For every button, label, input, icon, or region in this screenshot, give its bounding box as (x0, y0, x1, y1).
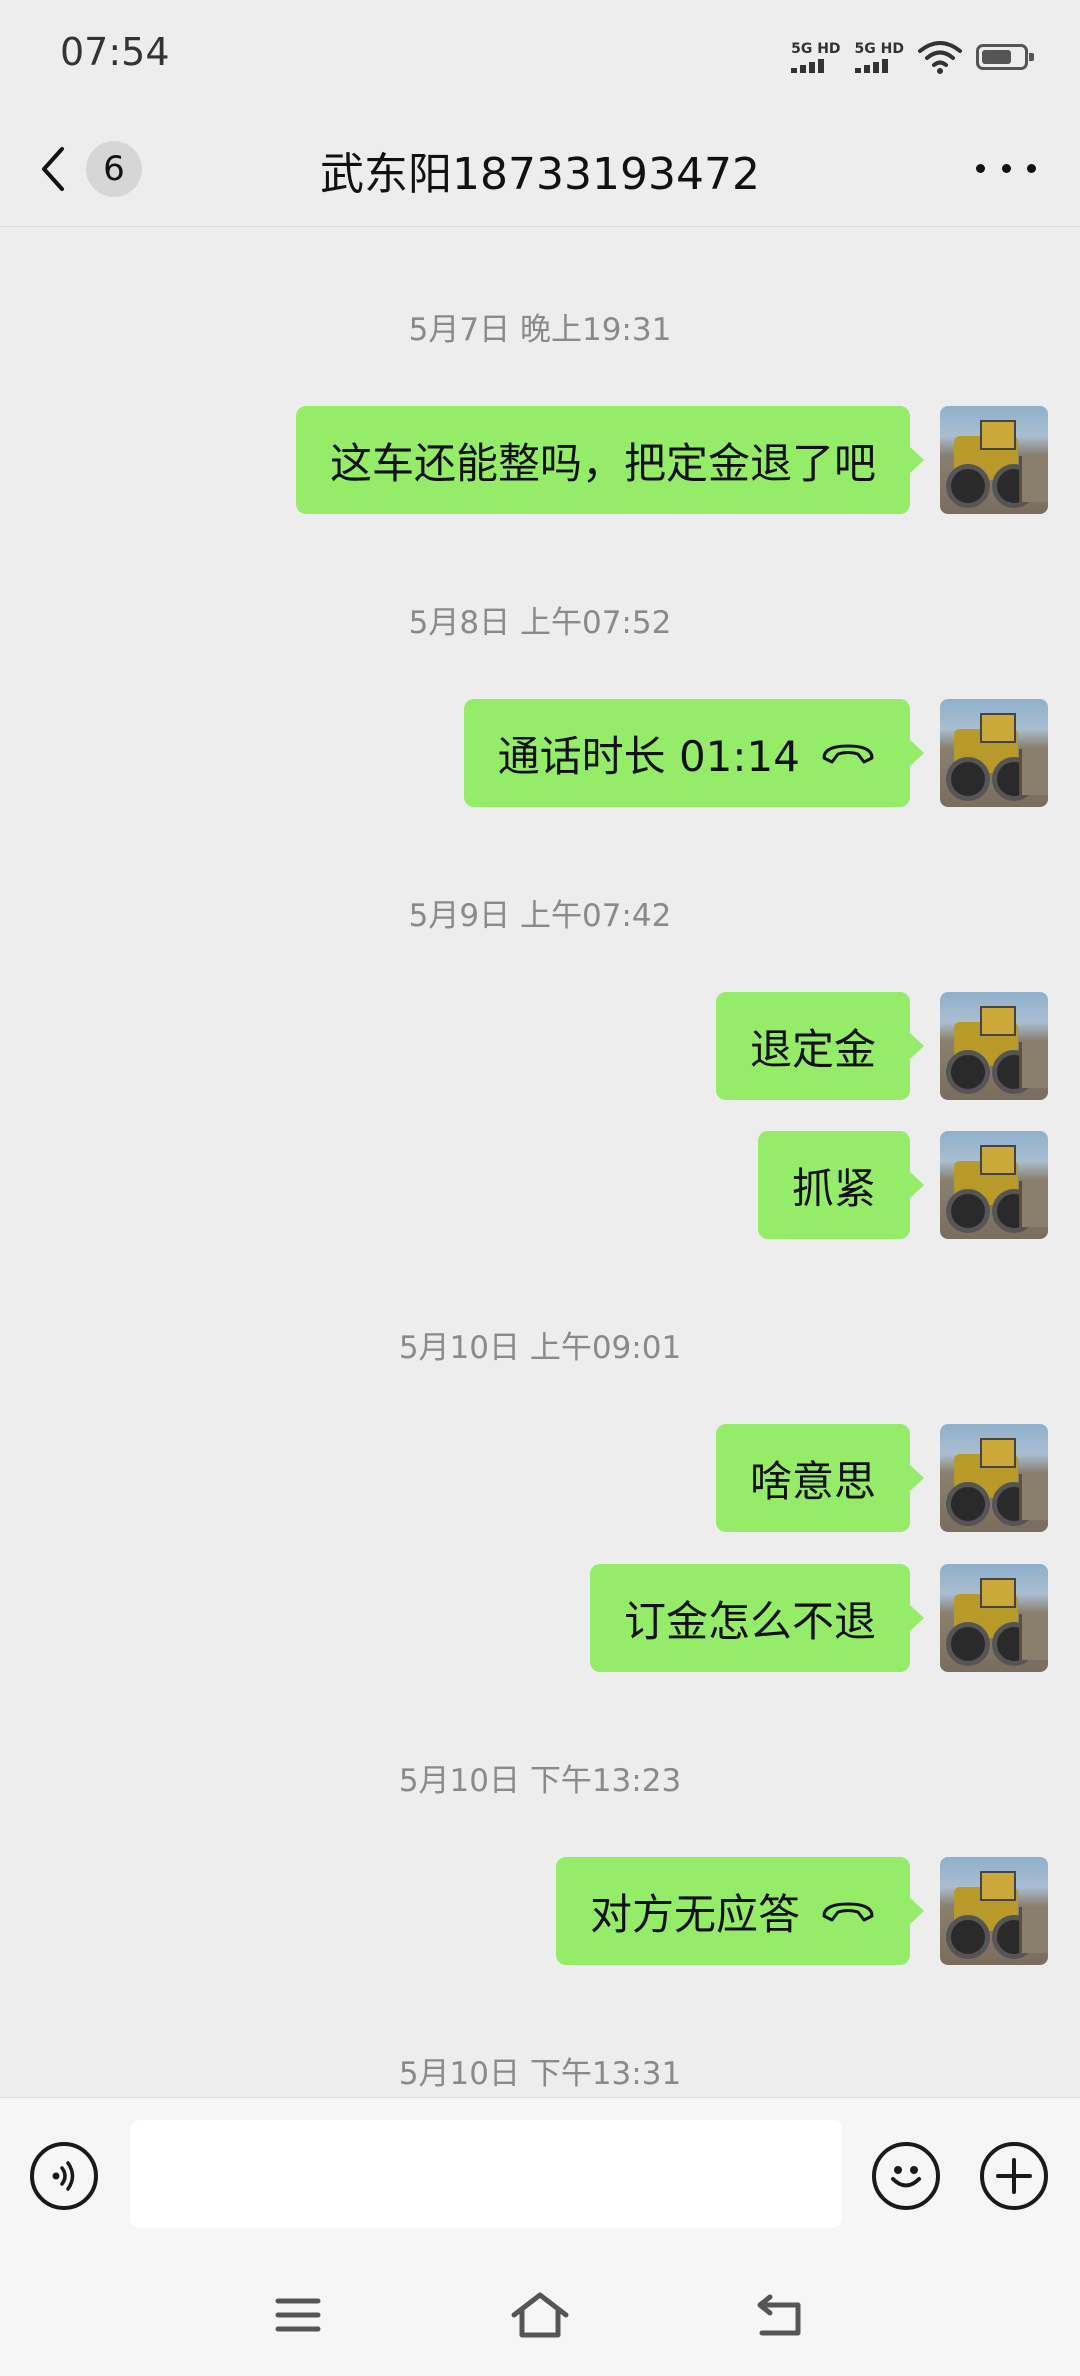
more-dots-icon (976, 163, 985, 173)
message-text: 退定金 (749, 1024, 876, 1074)
home-button[interactable] (508, 2285, 572, 2345)
chat-header: 6 武东阳18733193472 (0, 110, 1080, 227)
call-record-bubble[interactable]: 对方无应答 (555, 1857, 925, 1965)
battery-icon (976, 44, 1034, 70)
signal-icon: 5G HD (791, 41, 841, 73)
message-timestamp: 5月10日 下午13:23 (398, 1763, 682, 1799)
message-timestamp: 5月9日 上午07:42 (408, 898, 672, 934)
avatar[interactable] (940, 406, 1048, 514)
call-record-bubble[interactable]: 通话时长 01:14 (463, 699, 925, 807)
sim1-label: 5G HD (791, 41, 841, 57)
message-row: 订金怎么不退 (589, 1563, 1048, 1673)
status-bar: 07:54 5G HD 5G HD (0, 0, 1080, 110)
message-row: 对方无应答 (555, 1856, 1048, 1966)
message-bubble[interactable]: 抓紧 (757, 1131, 925, 1239)
system-nav-bar (0, 2257, 1080, 2376)
chat-title: 武东阳18733193472 (320, 149, 760, 200)
avatar[interactable] (940, 699, 1048, 807)
avatar[interactable] (940, 1857, 1048, 1965)
message-row: 这车还能整吗，把定金退了吧 (295, 405, 1048, 515)
plus-icon (996, 2158, 1032, 2194)
avatar[interactable] (940, 1131, 1048, 1239)
menu-button[interactable] (266, 2285, 330, 2345)
menu-icon (275, 2298, 321, 2332)
message-bubble[interactable]: 这车还能整吗，把定金退了吧 (295, 406, 925, 514)
message-input[interactable] (130, 2120, 842, 2228)
message-row: 啥意思 (715, 1423, 1048, 1533)
message-text: 抓紧 (791, 1163, 876, 1213)
system-back-button[interactable] (748, 2285, 812, 2345)
avatar[interactable] (940, 992, 1048, 1100)
message-bubble[interactable]: 啥意思 (715, 1424, 925, 1532)
message-row: 退定金 (715, 991, 1048, 1101)
message-row: 通话时长 01:14 (463, 698, 1048, 808)
status-time: 07:54 (60, 30, 170, 74)
message-text: 通话时长 01:14 (497, 731, 800, 781)
phone-hangup-icon (822, 744, 874, 764)
message-text: 订金怎么不退 (623, 1596, 876, 1646)
emoji-button[interactable] (872, 2142, 940, 2210)
message-timestamp: 5月10日 下午13:31 (398, 2056, 682, 2092)
more-button[interactable] (976, 146, 1036, 190)
voice-button[interactable] (30, 2142, 98, 2210)
home-icon (511, 2292, 569, 2338)
phone-hangup-icon (822, 1902, 874, 1922)
plus-button[interactable] (980, 2142, 1048, 2210)
message-timestamp: 5月10日 上午09:01 (398, 1330, 682, 1366)
message-timestamp: 5月7日 晚上19:31 (408, 312, 672, 348)
avatar[interactable] (940, 1424, 1048, 1532)
message-text: 这车还能整吗，把定金退了吧 (329, 438, 876, 488)
message-bubble[interactable]: 退定金 (715, 992, 925, 1100)
wifi-icon (918, 41, 962, 74)
signal-icon: 5G HD (854, 41, 904, 73)
message-bubble[interactable]: 订金怎么不退 (589, 1564, 925, 1672)
message-text: 啥意思 (749, 1456, 876, 1506)
message-timestamp: 5月8日 上午07:52 (408, 605, 672, 641)
voice-icon (52, 2161, 75, 2191)
message-row: 抓紧 (757, 1130, 1048, 1240)
input-bar (0, 2097, 1080, 2258)
message-text: 对方无应答 (589, 1889, 800, 1939)
emoji-icon (891, 2166, 921, 2188)
status-icons: 5G HD 5G HD (791, 34, 1034, 80)
sim2-label: 5G HD (854, 41, 904, 57)
avatar[interactable] (940, 1564, 1048, 1672)
back-icon (757, 2294, 801, 2336)
message-list: 5月7日 晚上19:31 这车还能整吗，把定金退了吧 5月8日 上午07:52 … (0, 227, 1080, 2097)
